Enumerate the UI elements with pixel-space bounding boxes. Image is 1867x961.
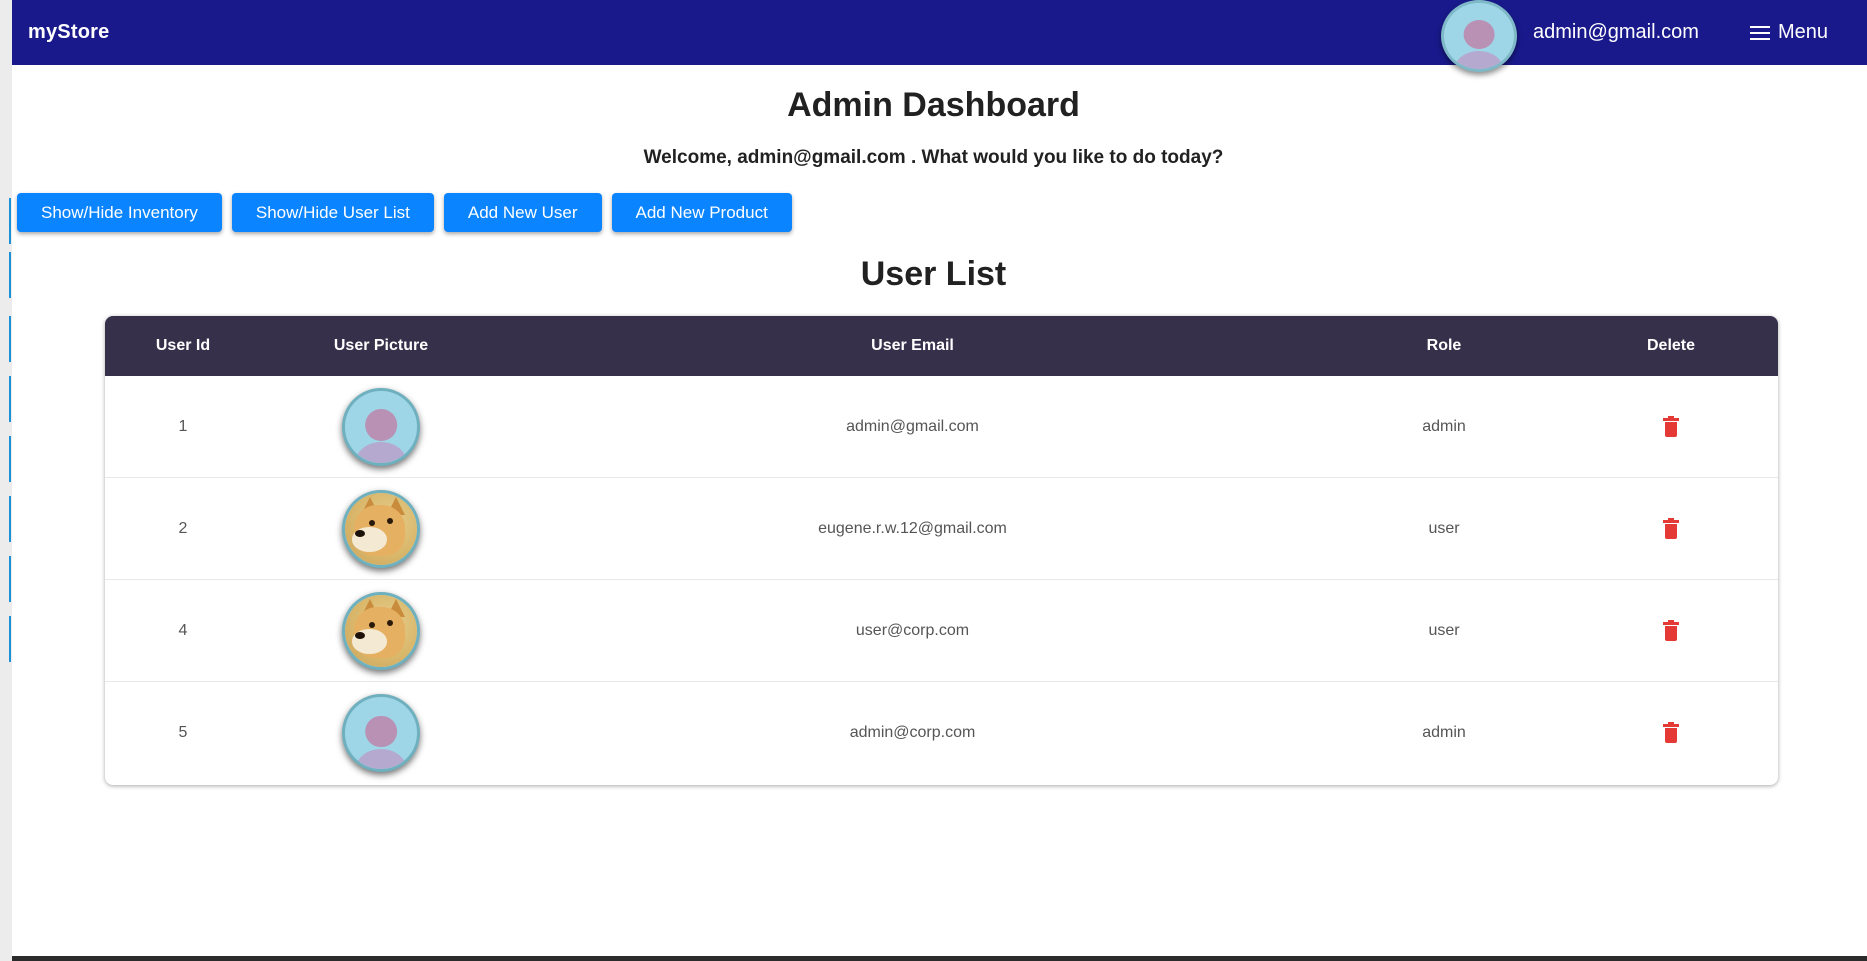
user-role-cell: admin: [1422, 417, 1466, 435]
show-hide-user-list-button[interactable]: Show/Hide User List: [231, 193, 434, 232]
column-header-user-picture: User Picture: [333, 337, 429, 354]
delete-cell: [1564, 415, 1778, 437]
user-email-cell: user@corp.com: [855, 621, 970, 639]
table-row: 5 admin@corp.com admin: [105, 682, 1778, 784]
avatar-body: [1453, 50, 1505, 69]
trash-icon[interactable]: [1663, 722, 1679, 743]
default-avatar-icon: [342, 387, 420, 466]
show-hide-inventory-button[interactable]: Show/Hide Inventory: [17, 193, 222, 232]
user-list-title: User List: [860, 255, 1007, 293]
user-id-cell: 4: [178, 621, 188, 639]
user-picture-cell: [261, 591, 501, 670]
trash-icon[interactable]: [1663, 619, 1679, 641]
delete-cell: [1564, 517, 1778, 539]
action-bar: Show/Hide Inventory Show/Hide User List …: [17, 193, 792, 232]
column-header-role: Role: [1426, 337, 1462, 354]
user-avatar-icon[interactable]: [1441, 0, 1517, 72]
table-row: 4 user@corp.com user: [105, 580, 1778, 682]
user-email-cell: eugene.r.w.12@gmail.com: [818, 519, 1007, 537]
user-role-cell: user: [1428, 519, 1460, 537]
column-header-delete: Delete: [1646, 337, 1696, 354]
table-header: User Id User Picture User Email Role Del…: [105, 316, 1778, 376]
column-header-user-id: User Id: [155, 337, 211, 354]
user-role-cell: admin: [1422, 724, 1466, 741]
user-email-cell: admin@corp.com: [849, 724, 976, 741]
nav-user-email[interactable]: admin@gmail.com: [1533, 0, 1699, 65]
hamburger-icon: [1750, 25, 1770, 40]
delete-cell: [1564, 619, 1778, 641]
delete-cell: [1564, 722, 1778, 743]
trash-icon[interactable]: [1663, 517, 1679, 539]
table-row: 2 eugene.r.w.12@gmail.com user: [105, 478, 1778, 580]
user-id-cell: 1: [178, 417, 188, 435]
doge-photo-avatar: [342, 489, 420, 568]
user-email-cell: admin@gmail.com: [846, 417, 979, 435]
user-id-cell: 5: [178, 724, 188, 741]
page-title: Admin Dashboard: [787, 86, 1080, 124]
add-new-user-button[interactable]: Add New User: [443, 193, 602, 232]
doge-photo-avatar: [342, 591, 420, 670]
welcome-message: Welcome, admin@gmail.com . What would yo…: [643, 147, 1224, 168]
bottom-border: [12, 956, 1867, 961]
menu-label: Menu: [1778, 21, 1829, 43]
user-picture-cell: [261, 694, 501, 772]
user-id-cell: 2: [178, 519, 188, 537]
top-navbar: myStore admin@gmail.com Menu: [12, 0, 1867, 72]
user-picture-cell: [261, 387, 501, 466]
table-row: 1 admin@gmail.com admin: [105, 376, 1778, 478]
user-role-cell: user: [1428, 621, 1460, 639]
trash-icon[interactable]: [1663, 415, 1679, 437]
user-table: User Id User Picture User Email Role Del…: [105, 316, 1778, 785]
user-picture-cell: [261, 489, 501, 568]
avatar-head: [1463, 20, 1495, 50]
add-new-product-button[interactable]: Add New Product: [611, 193, 792, 232]
column-header-user-email: User Email: [871, 337, 954, 354]
default-avatar-icon: [342, 694, 420, 772]
menu-button[interactable]: Menu: [1750, 0, 1828, 65]
brand-link[interactable]: myStore: [28, 0, 109, 65]
